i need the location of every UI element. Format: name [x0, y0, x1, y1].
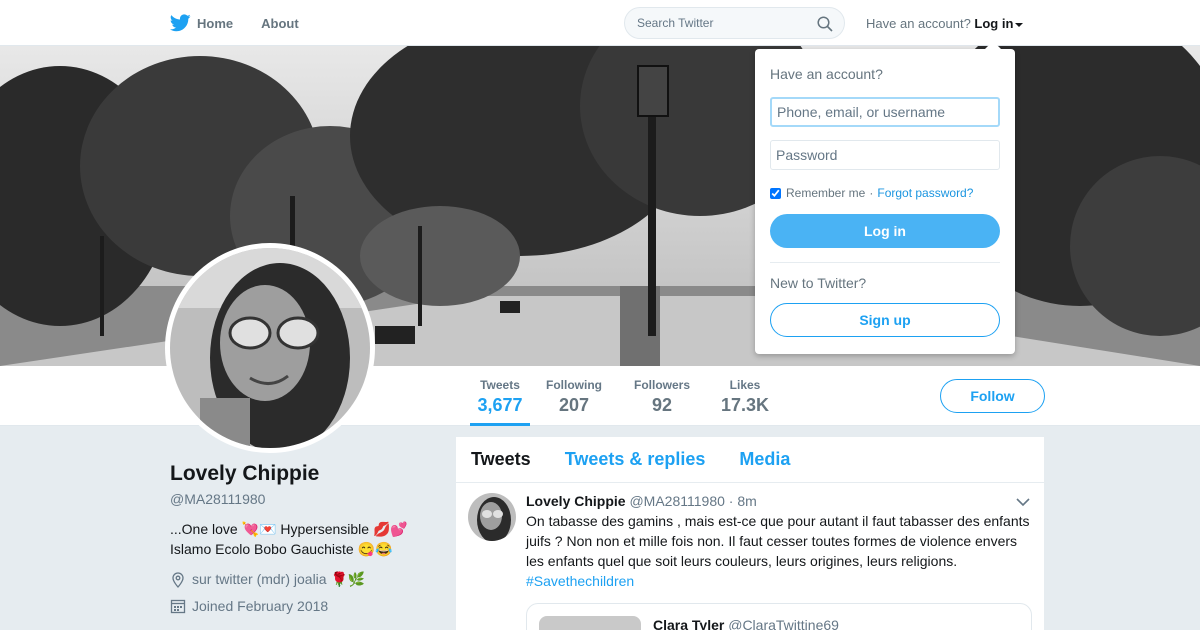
login-dropdown-toggle[interactable]: Log in [974, 16, 1024, 31]
tweet-text: On tabasse des gamins , mais est-ce que … [526, 511, 1032, 591]
stat-value: 92 [651, 395, 673, 415]
quoted-tweet-thumbnail [539, 616, 641, 630]
tab-tweets[interactable]: Tweets [471, 449, 531, 470]
twitter-bird-icon [170, 14, 191, 32]
login-dropdown: Have an account? Remember me · Forgot pa… [755, 41, 1015, 354]
account-prompt-text: Have an account? [866, 16, 971, 31]
username-field[interactable] [770, 97, 1000, 127]
nav-home-label: Home [197, 15, 234, 31]
profile-name: Lovely Chippie [170, 462, 320, 485]
stat-tweets[interactable]: Tweets 3,677 [470, 378, 530, 426]
stat-following[interactable]: Following 207 [544, 378, 604, 416]
search-input[interactable] [625, 8, 805, 38]
remember-me-checkbox[interactable] [770, 187, 781, 199]
bio-line: ...One love 💘💌 Hypersensible 💋💕 [170, 521, 408, 537]
tab-tweets-and-replies[interactable]: Tweets & replies [565, 449, 706, 470]
avatar-image [170, 248, 370, 448]
stat-value: 17.3K [720, 395, 770, 415]
separator-dot: · [869, 186, 874, 200]
chevron-down-icon[interactable] [1016, 497, 1030, 507]
profile-joined: Joined February 2018 [170, 598, 440, 614]
quoted-tweet[interactable]: Clara Tyler @ClaraTwittine69 [526, 603, 1032, 630]
remember-me-label[interactable]: Remember me [786, 186, 865, 200]
login-link-label: Log in [974, 16, 1014, 31]
nav-home[interactable]: Home [170, 14, 233, 32]
follow-button[interactable]: Follow [940, 379, 1045, 413]
profile-bio: Lovely Chippie @MA28111980 ...One love 💘… [170, 462, 440, 614]
profile-location: sur twitter (mdr) joalia 🌹🌿 [170, 571, 440, 588]
timeline-tabs: Tweets Tweets & replies Media [456, 437, 1044, 483]
nav-left: Home About [170, 0, 327, 46]
quoted-author-name: Clara Tyler [653, 617, 725, 630]
tweet-text-content: On tabasse des gamins , mais est-ce que … [526, 513, 1030, 569]
tweet-header: Lovely Chippie @MA28111980 · 8m [526, 493, 1032, 509]
forgot-password-link[interactable]: Forgot password? [877, 186, 973, 200]
profile-handle[interactable]: @MA28111980 [170, 491, 440, 507]
top-navigation-bar: Home About Have an account? Log in [0, 0, 1200, 46]
nav-about[interactable]: About [261, 16, 299, 31]
caret-down-icon [1015, 22, 1024, 27]
stat-label: Followers [633, 378, 690, 392]
dropdown-divider [770, 262, 1000, 263]
search-box [624, 7, 845, 39]
stat-label: Tweets [480, 378, 520, 392]
login-button[interactable]: Log in [770, 214, 1000, 248]
stat-value: 3,677 [477, 395, 523, 415]
tweet-author-name[interactable]: Lovely Chippie [526, 493, 626, 509]
new-to-twitter-text: New to Twitter? [770, 275, 867, 291]
tweet[interactable]: Lovely Chippie @MA28111980 · 8m On tabas… [456, 483, 1044, 630]
location-text: sur twitter (mdr) joalia 🌹🌿 [192, 571, 366, 587]
stat-label: Following [546, 378, 602, 392]
login-prompt: Have an account? Log in [866, 16, 1024, 31]
password-field[interactable] [770, 140, 1000, 170]
joined-text: Joined February 2018 [192, 598, 329, 614]
profile-description: ...One love 💘💌 Hypersensible 💋💕 Islamo E… [170, 519, 440, 559]
login-dropdown-title: Have an account? [770, 66, 883, 82]
stat-likes[interactable]: Likes 17.3K [718, 378, 772, 416]
tab-media[interactable]: Media [739, 449, 790, 470]
tweet-author-handle[interactable]: @MA28111980 [629, 493, 724, 509]
stat-label: Likes [729, 378, 761, 392]
tweet-avatar[interactable] [468, 493, 516, 541]
location-pin-icon [172, 571, 184, 588]
profile-avatar[interactable] [165, 243, 375, 453]
nav-about-label: About [261, 15, 299, 31]
search-icon[interactable] [817, 16, 833, 32]
stat-value: 207 [558, 395, 590, 415]
quoted-author-handle: @ClaraTwittine69 [728, 617, 839, 630]
signup-button[interactable]: Sign up [770, 303, 1000, 337]
bio-line: Islamo Ecolo Bobo Gauchiste 😋😂 [170, 541, 393, 557]
tweet-avatar-image [468, 493, 516, 541]
calendar-icon [170, 599, 186, 614]
remember-row: Remember me · Forgot password? [770, 186, 1000, 200]
tweet-timestamp[interactable]: · 8m [729, 493, 757, 509]
timeline: Tweets Tweets & replies Media Lovely Chi… [456, 437, 1044, 630]
tweet-hashtag[interactable]: #Savethechildren [526, 571, 1032, 591]
stat-followers[interactable]: Followers 92 [632, 378, 692, 416]
